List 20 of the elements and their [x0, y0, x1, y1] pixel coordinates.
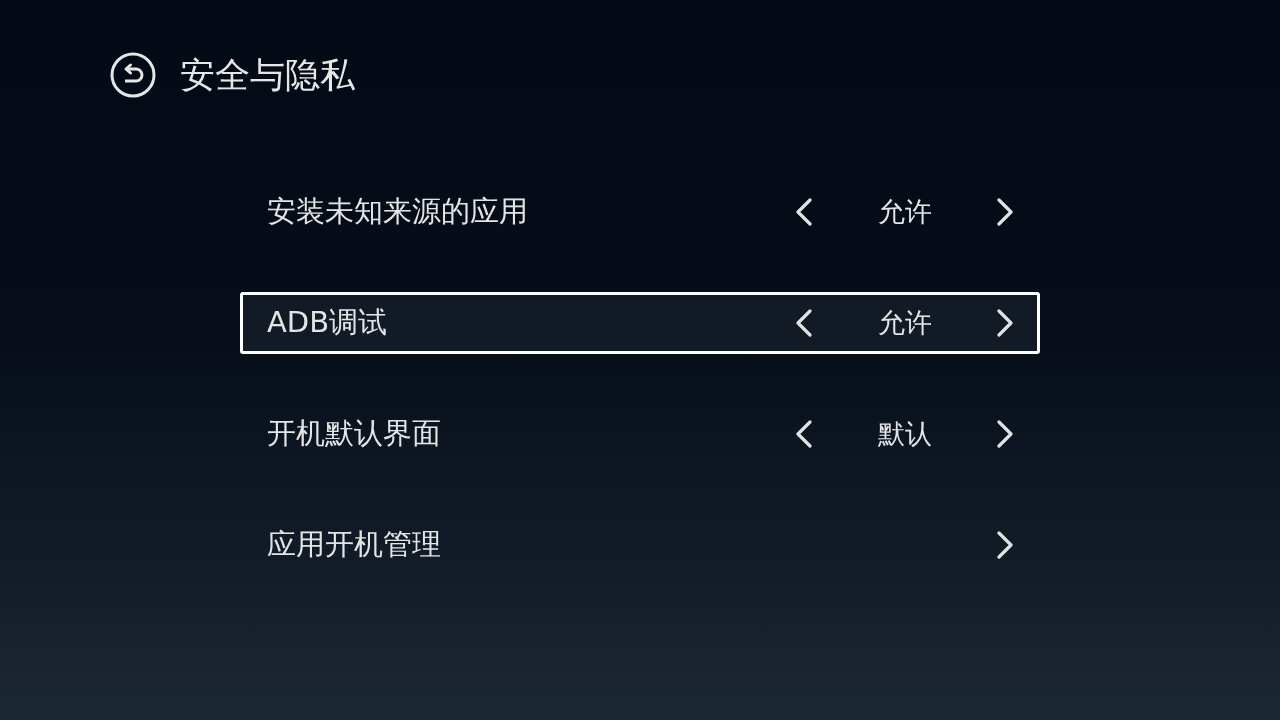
setting-label: 应用开机管理 — [267, 526, 442, 563]
chevron-right-icon — [996, 420, 1014, 448]
chevron-left-icon — [795, 198, 813, 226]
settings-row[interactable]: 开机默认界面 默认 — [240, 403, 1040, 465]
chevron-right-icon — [996, 531, 1014, 559]
settings-row[interactable]: 安装未知来源的应用 允许 — [240, 181, 1040, 243]
back-icon[interactable] — [110, 52, 156, 98]
settings-row[interactable]: 应用开机管理 — [240, 514, 1040, 576]
setting-label: ADB调试 — [267, 304, 389, 341]
settings-row[interactable]: ADB调试 允许 — [240, 292, 1040, 354]
option-value: 默认 — [877, 417, 932, 451]
chevron-left-icon — [795, 420, 813, 448]
option-value: 允许 — [877, 306, 932, 340]
chevron-left-icon — [795, 309, 813, 337]
page-title: 安全与隐私 — [180, 54, 355, 97]
setting-label: 开机默认界面 — [267, 415, 442, 452]
setting-label: 安装未知来源的应用 — [267, 193, 529, 230]
chevron-right-icon — [996, 309, 1014, 337]
option-value: 允许 — [877, 195, 932, 229]
chevron-right-icon — [996, 198, 1014, 226]
